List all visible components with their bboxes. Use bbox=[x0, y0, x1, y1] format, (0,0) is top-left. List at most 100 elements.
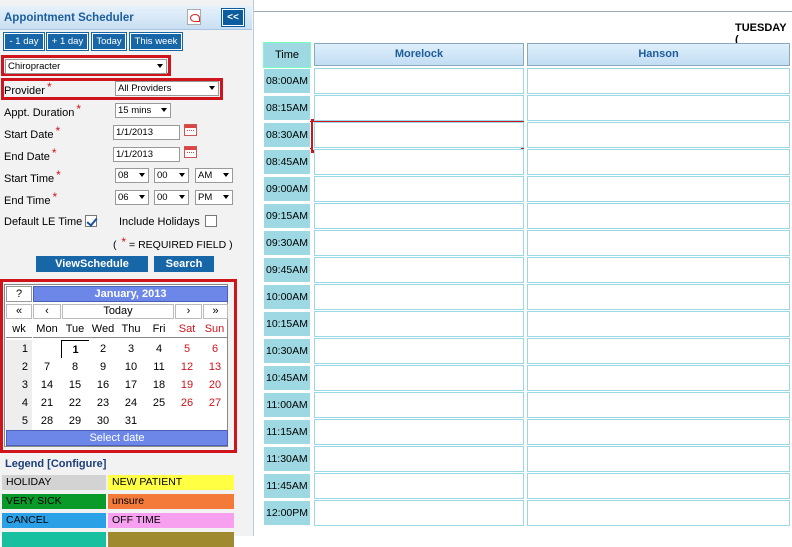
slot-morelock[interactable] bbox=[314, 122, 524, 148]
slot-morelock[interactable] bbox=[314, 176, 524, 202]
pdf-icon[interactable] bbox=[187, 9, 201, 25]
slot-hanson[interactable] bbox=[527, 176, 790, 202]
provider-column-morelock[interactable]: Morelock bbox=[314, 43, 524, 66]
start-minute-select[interactable]: 00 bbox=[154, 168, 189, 183]
next-year-button[interactable]: » bbox=[203, 304, 228, 319]
slot-morelock[interactable] bbox=[314, 338, 524, 364]
collapse-sidebar-button[interactable]: << bbox=[221, 8, 245, 27]
slot-hanson[interactable] bbox=[527, 203, 790, 229]
calendar-today-button[interactable]: Today bbox=[62, 304, 174, 319]
slot-hanson[interactable] bbox=[527, 95, 790, 121]
slot-hanson[interactable] bbox=[527, 419, 790, 445]
slot-morelock[interactable] bbox=[314, 284, 524, 310]
view-schedule-button[interactable]: ViewSchedule bbox=[36, 256, 148, 272]
slot-hanson[interactable] bbox=[527, 149, 790, 175]
slot-morelock[interactable] bbox=[314, 419, 524, 445]
this-week-button[interactable]: This week bbox=[129, 32, 183, 51]
start-ampm-select[interactable]: AM bbox=[195, 168, 233, 183]
slot-morelock[interactable] bbox=[314, 68, 524, 94]
calendar-day[interactable]: 20 bbox=[201, 376, 229, 394]
calendar-day[interactable]: 26 bbox=[173, 394, 201, 412]
slot-hanson[interactable] bbox=[527, 338, 790, 364]
end-hour-select[interactable]: 06 bbox=[115, 190, 149, 205]
slot-hanson[interactable] bbox=[527, 311, 790, 337]
calendar-day[interactable]: 27 bbox=[201, 394, 229, 412]
include-holidays-checkbox[interactable] bbox=[205, 215, 217, 227]
calendar-day[interactable]: 4 bbox=[145, 340, 173, 358]
slot-morelock[interactable] bbox=[314, 446, 524, 472]
calendar-day[interactable]: 12 bbox=[173, 358, 201, 376]
calendar-day[interactable]: 18 bbox=[145, 376, 173, 394]
prev-month-button[interactable]: ‹ bbox=[33, 304, 61, 319]
slot-hanson[interactable] bbox=[527, 500, 790, 526]
minus-one-day-button[interactable]: - 1 day bbox=[3, 32, 45, 51]
slot-morelock[interactable] bbox=[314, 365, 524, 391]
calendar-day[interactable]: 13 bbox=[201, 358, 229, 376]
calendar-day[interactable]: 29 bbox=[61, 412, 89, 430]
slot-morelock[interactable] bbox=[314, 149, 524, 175]
calendar-day[interactable]: 17 bbox=[117, 376, 145, 394]
end-date-input[interactable]: 1/1/2013 bbox=[113, 147, 180, 162]
slot-hanson[interactable] bbox=[527, 257, 790, 283]
slot-morelock[interactable] bbox=[314, 95, 524, 121]
start-date-input[interactable]: 1/1/2013 bbox=[113, 125, 180, 140]
slot-hanson[interactable] bbox=[527, 284, 790, 310]
slot-morelock[interactable] bbox=[314, 473, 524, 499]
calendar-day[interactable]: 19 bbox=[173, 376, 201, 394]
calendar-icon[interactable] bbox=[184, 146, 197, 158]
calendar-day[interactable]: 24 bbox=[117, 394, 145, 412]
provider-select[interactable]: All Providers bbox=[115, 81, 219, 96]
slot-morelock[interactable] bbox=[314, 257, 524, 283]
calendar-day[interactable]: 1 bbox=[61, 340, 89, 358]
duration-select[interactable]: 15 mins bbox=[115, 103, 171, 118]
calendar-icon[interactable] bbox=[184, 124, 197, 136]
slot-hanson[interactable] bbox=[527, 122, 790, 148]
calendar-day[interactable]: 7 bbox=[33, 358, 61, 376]
calendar-day[interactable]: 21 bbox=[33, 394, 61, 412]
default-le-checkbox[interactable] bbox=[85, 215, 97, 227]
calendar-day[interactable]: 28 bbox=[33, 412, 61, 430]
calendar-day bbox=[33, 340, 61, 358]
today-button[interactable]: Today bbox=[91, 32, 127, 51]
legend-off-time: OFF TIME bbox=[108, 513, 234, 528]
calendar-day[interactable]: 22 bbox=[61, 394, 89, 412]
calendar-day[interactable]: 30 bbox=[89, 412, 117, 430]
calendar-day[interactable]: 8 bbox=[61, 358, 89, 376]
calendar-day[interactable]: 6 bbox=[201, 340, 229, 358]
start-hour-select[interactable]: 08 bbox=[115, 168, 149, 183]
slot-hanson[interactable] bbox=[527, 230, 790, 256]
slot-hanson[interactable] bbox=[527, 365, 790, 391]
calendar-day[interactable]: 10 bbox=[117, 358, 145, 376]
calendar-day[interactable]: 23 bbox=[89, 394, 117, 412]
calendar-help-button[interactable]: ? bbox=[6, 286, 32, 302]
slot-hanson[interactable] bbox=[527, 473, 790, 499]
next-month-button[interactable]: › bbox=[175, 304, 202, 319]
select-date-button[interactable]: Select date bbox=[6, 430, 228, 446]
calendar-day[interactable]: 5 bbox=[173, 340, 201, 358]
slot-hanson[interactable] bbox=[527, 446, 790, 472]
plus-one-day-button[interactable]: + 1 day bbox=[46, 32, 89, 51]
end-minute-select[interactable]: 00 bbox=[154, 190, 189, 205]
prev-year-button[interactable]: « bbox=[6, 304, 32, 319]
calendar-day[interactable]: 25 bbox=[145, 394, 173, 412]
calendar-day[interactable]: 15 bbox=[61, 376, 89, 394]
search-button[interactable]: Search bbox=[154, 256, 214, 272]
slot-morelock[interactable] bbox=[314, 230, 524, 256]
calendar-day[interactable]: 14 bbox=[33, 376, 61, 394]
calendar-day[interactable]: 3 bbox=[117, 340, 145, 358]
calendar-day[interactable]: 2 bbox=[89, 340, 117, 358]
end-ampm-select[interactable]: PM bbox=[195, 190, 233, 205]
calendar-day[interactable]: 11 bbox=[145, 358, 173, 376]
slot-morelock[interactable] bbox=[314, 500, 524, 526]
slot-morelock[interactable] bbox=[314, 311, 524, 337]
slot-hanson[interactable] bbox=[527, 68, 790, 94]
slot-hanson[interactable] bbox=[527, 392, 790, 418]
calendar-day[interactable]: 9 bbox=[89, 358, 117, 376]
provider-column-hanson[interactable]: Hanson bbox=[527, 43, 790, 66]
calendar-day[interactable]: 31 bbox=[117, 412, 145, 430]
legend-title[interactable]: Legend [Configure] bbox=[5, 458, 106, 470]
slot-morelock[interactable] bbox=[314, 203, 524, 229]
calendar-day[interactable]: 16 bbox=[89, 376, 117, 394]
slot-morelock[interactable] bbox=[314, 392, 524, 418]
clinic-select[interactable]: Chiropracter bbox=[5, 59, 167, 74]
